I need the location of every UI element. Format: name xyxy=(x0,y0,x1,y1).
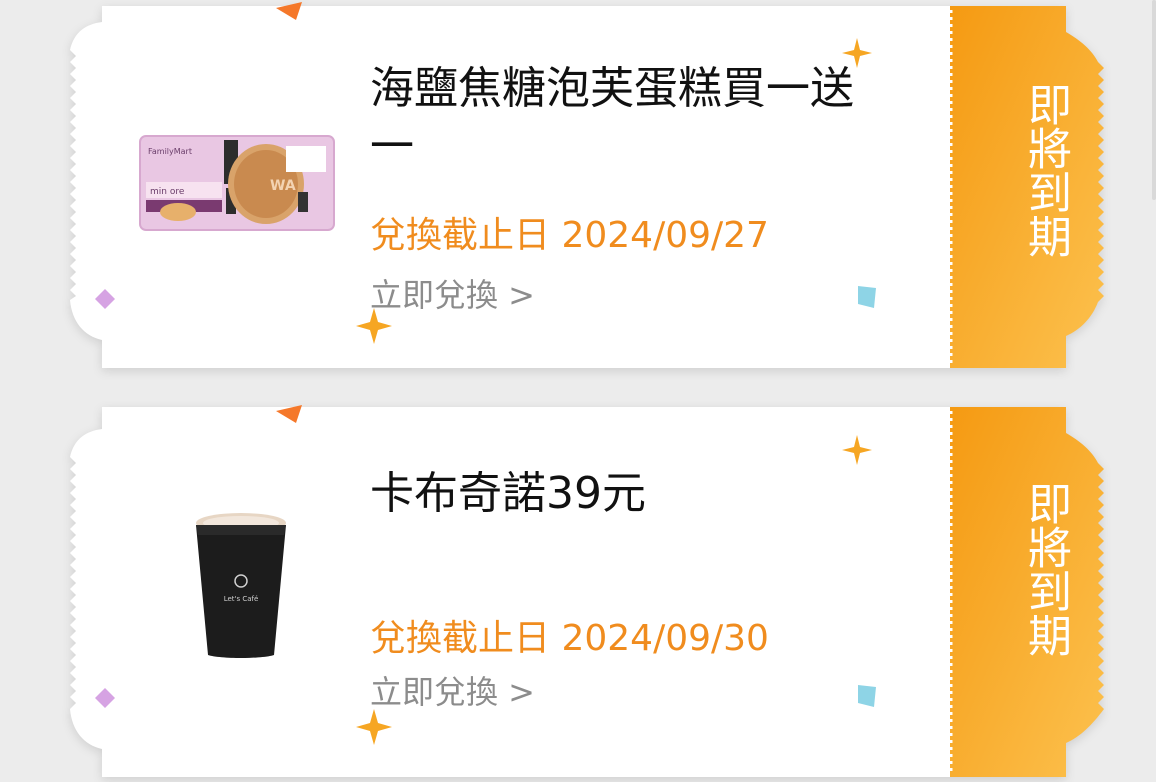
expiry-date-line: 兌換截止日 2024/09/30 xyxy=(370,609,769,661)
redeem-now-link[interactable]: 立即兌換 > xyxy=(370,270,535,316)
svg-text:Let's Café: Let's Café xyxy=(224,595,259,603)
expiry-label: 兌換截止日 xyxy=(370,618,551,659)
svg-text:FamilyMart: FamilyMart xyxy=(148,147,192,156)
sparkle-icon xyxy=(842,435,872,465)
sparkle-icon xyxy=(356,308,392,344)
scrollbar[interactable] xyxy=(1152,0,1156,200)
confetti-icon xyxy=(276,2,302,20)
page-right-edge xyxy=(1156,0,1170,782)
expiry-date: 2024/09/27 xyxy=(561,215,769,256)
sparkle-icon xyxy=(842,38,872,68)
expiry-date-line: 兌換截止日 2024/09/27 xyxy=(370,206,769,258)
confetti-icon xyxy=(858,286,876,308)
svg-text:min ore: min ore xyxy=(150,187,185,197)
svg-text:WA: WA xyxy=(270,178,296,194)
confetti-icon xyxy=(95,289,115,309)
redeem-now-link[interactable]: 立即兌換 > xyxy=(370,667,535,713)
coupon-card[interactable]: FamilyMart min ore WA 海鹽焦糖泡芙蛋糕買一送一 兌換截止日… xyxy=(62,0,1108,370)
confetti-icon xyxy=(95,688,115,708)
expiring-soon-label: 即將到期 xyxy=(1020,82,1071,258)
coupon-card[interactable]: Let's Café 卡布奇諾39元 兌換截止日 2024/09/30 立即兌換… xyxy=(62,403,1108,779)
confetti-icon xyxy=(858,685,876,707)
expiring-soon-label: 即將到期 xyxy=(1020,481,1071,657)
coffee-cup-image: Let's Café xyxy=(196,513,286,658)
expiry-label: 兌換截止日 xyxy=(370,215,551,256)
sparkle-icon xyxy=(356,709,392,745)
coupon-title: 海鹽焦糖泡芙蛋糕買一送一 xyxy=(370,63,854,172)
confetti-icon xyxy=(276,405,302,423)
cream-puff-cake-package-image: FamilyMart min ore WA xyxy=(139,135,335,231)
coupon-title: 卡布奇諾39元 xyxy=(370,468,646,519)
expiry-date: 2024/09/30 xyxy=(561,618,769,659)
